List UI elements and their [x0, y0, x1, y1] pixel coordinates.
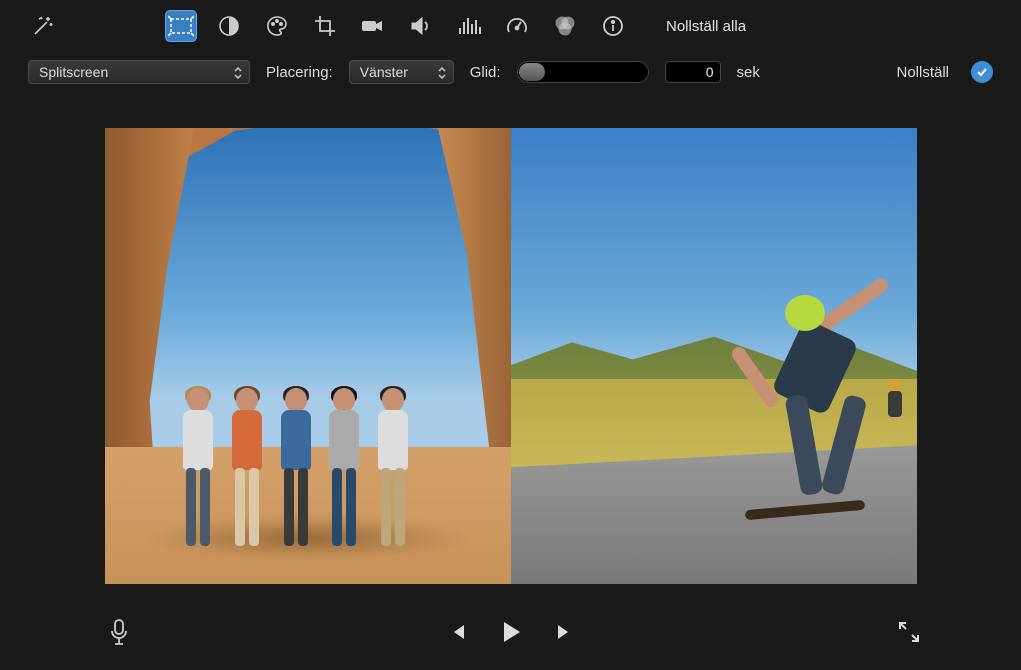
overlay-settings-bar: Splitscreen Placering: Vänster Glid: 0 s… — [0, 50, 1021, 98]
inspector-toolbar: Nollställ alla — [0, 0, 1021, 50]
magic-wand-icon — [31, 14, 55, 38]
microphone-icon — [108, 618, 130, 646]
slide-unit-label: sek — [737, 64, 760, 81]
skip-previous-button[interactable] — [446, 621, 468, 648]
contrast-button[interactable] — [214, 11, 244, 41]
placement-label: Placering: — [266, 64, 333, 81]
noise-reduction-button[interactable] — [454, 11, 484, 41]
playback-bar — [0, 610, 1021, 658]
stabilize-button[interactable] — [358, 11, 388, 41]
skip-previous-icon — [446, 621, 468, 643]
slide-label: Glid: — [470, 64, 501, 81]
equalizer-icon — [457, 14, 481, 38]
overlay-icon — [168, 13, 194, 39]
checkmark-icon — [975, 65, 989, 79]
volume-icon — [409, 14, 433, 38]
placement-value: Vänster — [360, 64, 408, 80]
slider-knob[interactable] — [519, 63, 545, 81]
info-button[interactable] — [598, 11, 628, 41]
preview-right-pane — [511, 128, 917, 584]
chevron-updown-icon — [233, 65, 243, 81]
slide-slider[interactable] — [517, 61, 649, 83]
fullscreen-button[interactable] — [897, 620, 921, 649]
filters-button[interactable] — [550, 11, 580, 41]
placement-dropdown[interactable]: Vänster — [349, 60, 454, 84]
overlay-mode-dropdown[interactable]: Splitscreen — [28, 60, 250, 84]
skip-next-icon — [554, 621, 576, 643]
color-button[interactable] — [262, 11, 292, 41]
crop-button[interactable] — [310, 11, 340, 41]
palette-icon — [265, 14, 289, 38]
fullscreen-icon — [897, 620, 921, 644]
info-icon — [601, 14, 625, 38]
overlay-mode-value: Splitscreen — [39, 64, 108, 80]
speedometer-icon — [505, 14, 529, 38]
apply-checkmark-button[interactable] — [971, 61, 993, 83]
video-overlay-button[interactable] — [166, 11, 196, 41]
crop-icon — [313, 14, 337, 38]
reset-button[interactable]: Nollställ — [896, 64, 949, 81]
speed-button[interactable] — [502, 11, 532, 41]
chevron-updown-icon — [437, 65, 447, 81]
reset-all-button[interactable]: Nollställ alla — [666, 18, 746, 35]
video-preview[interactable] — [105, 128, 917, 584]
preview-left-pane — [105, 128, 511, 584]
play-icon — [498, 619, 524, 645]
slide-value-field[interactable]: 0 — [665, 61, 721, 83]
volume-button[interactable] — [406, 11, 436, 41]
skip-next-button[interactable] — [554, 621, 576, 648]
video-camera-icon — [360, 14, 386, 38]
play-button[interactable] — [498, 619, 524, 650]
magic-wand-button[interactable] — [28, 11, 58, 41]
voiceover-button[interactable] — [108, 618, 130, 651]
contrast-icon — [217, 14, 241, 38]
filters-icon — [553, 14, 577, 38]
